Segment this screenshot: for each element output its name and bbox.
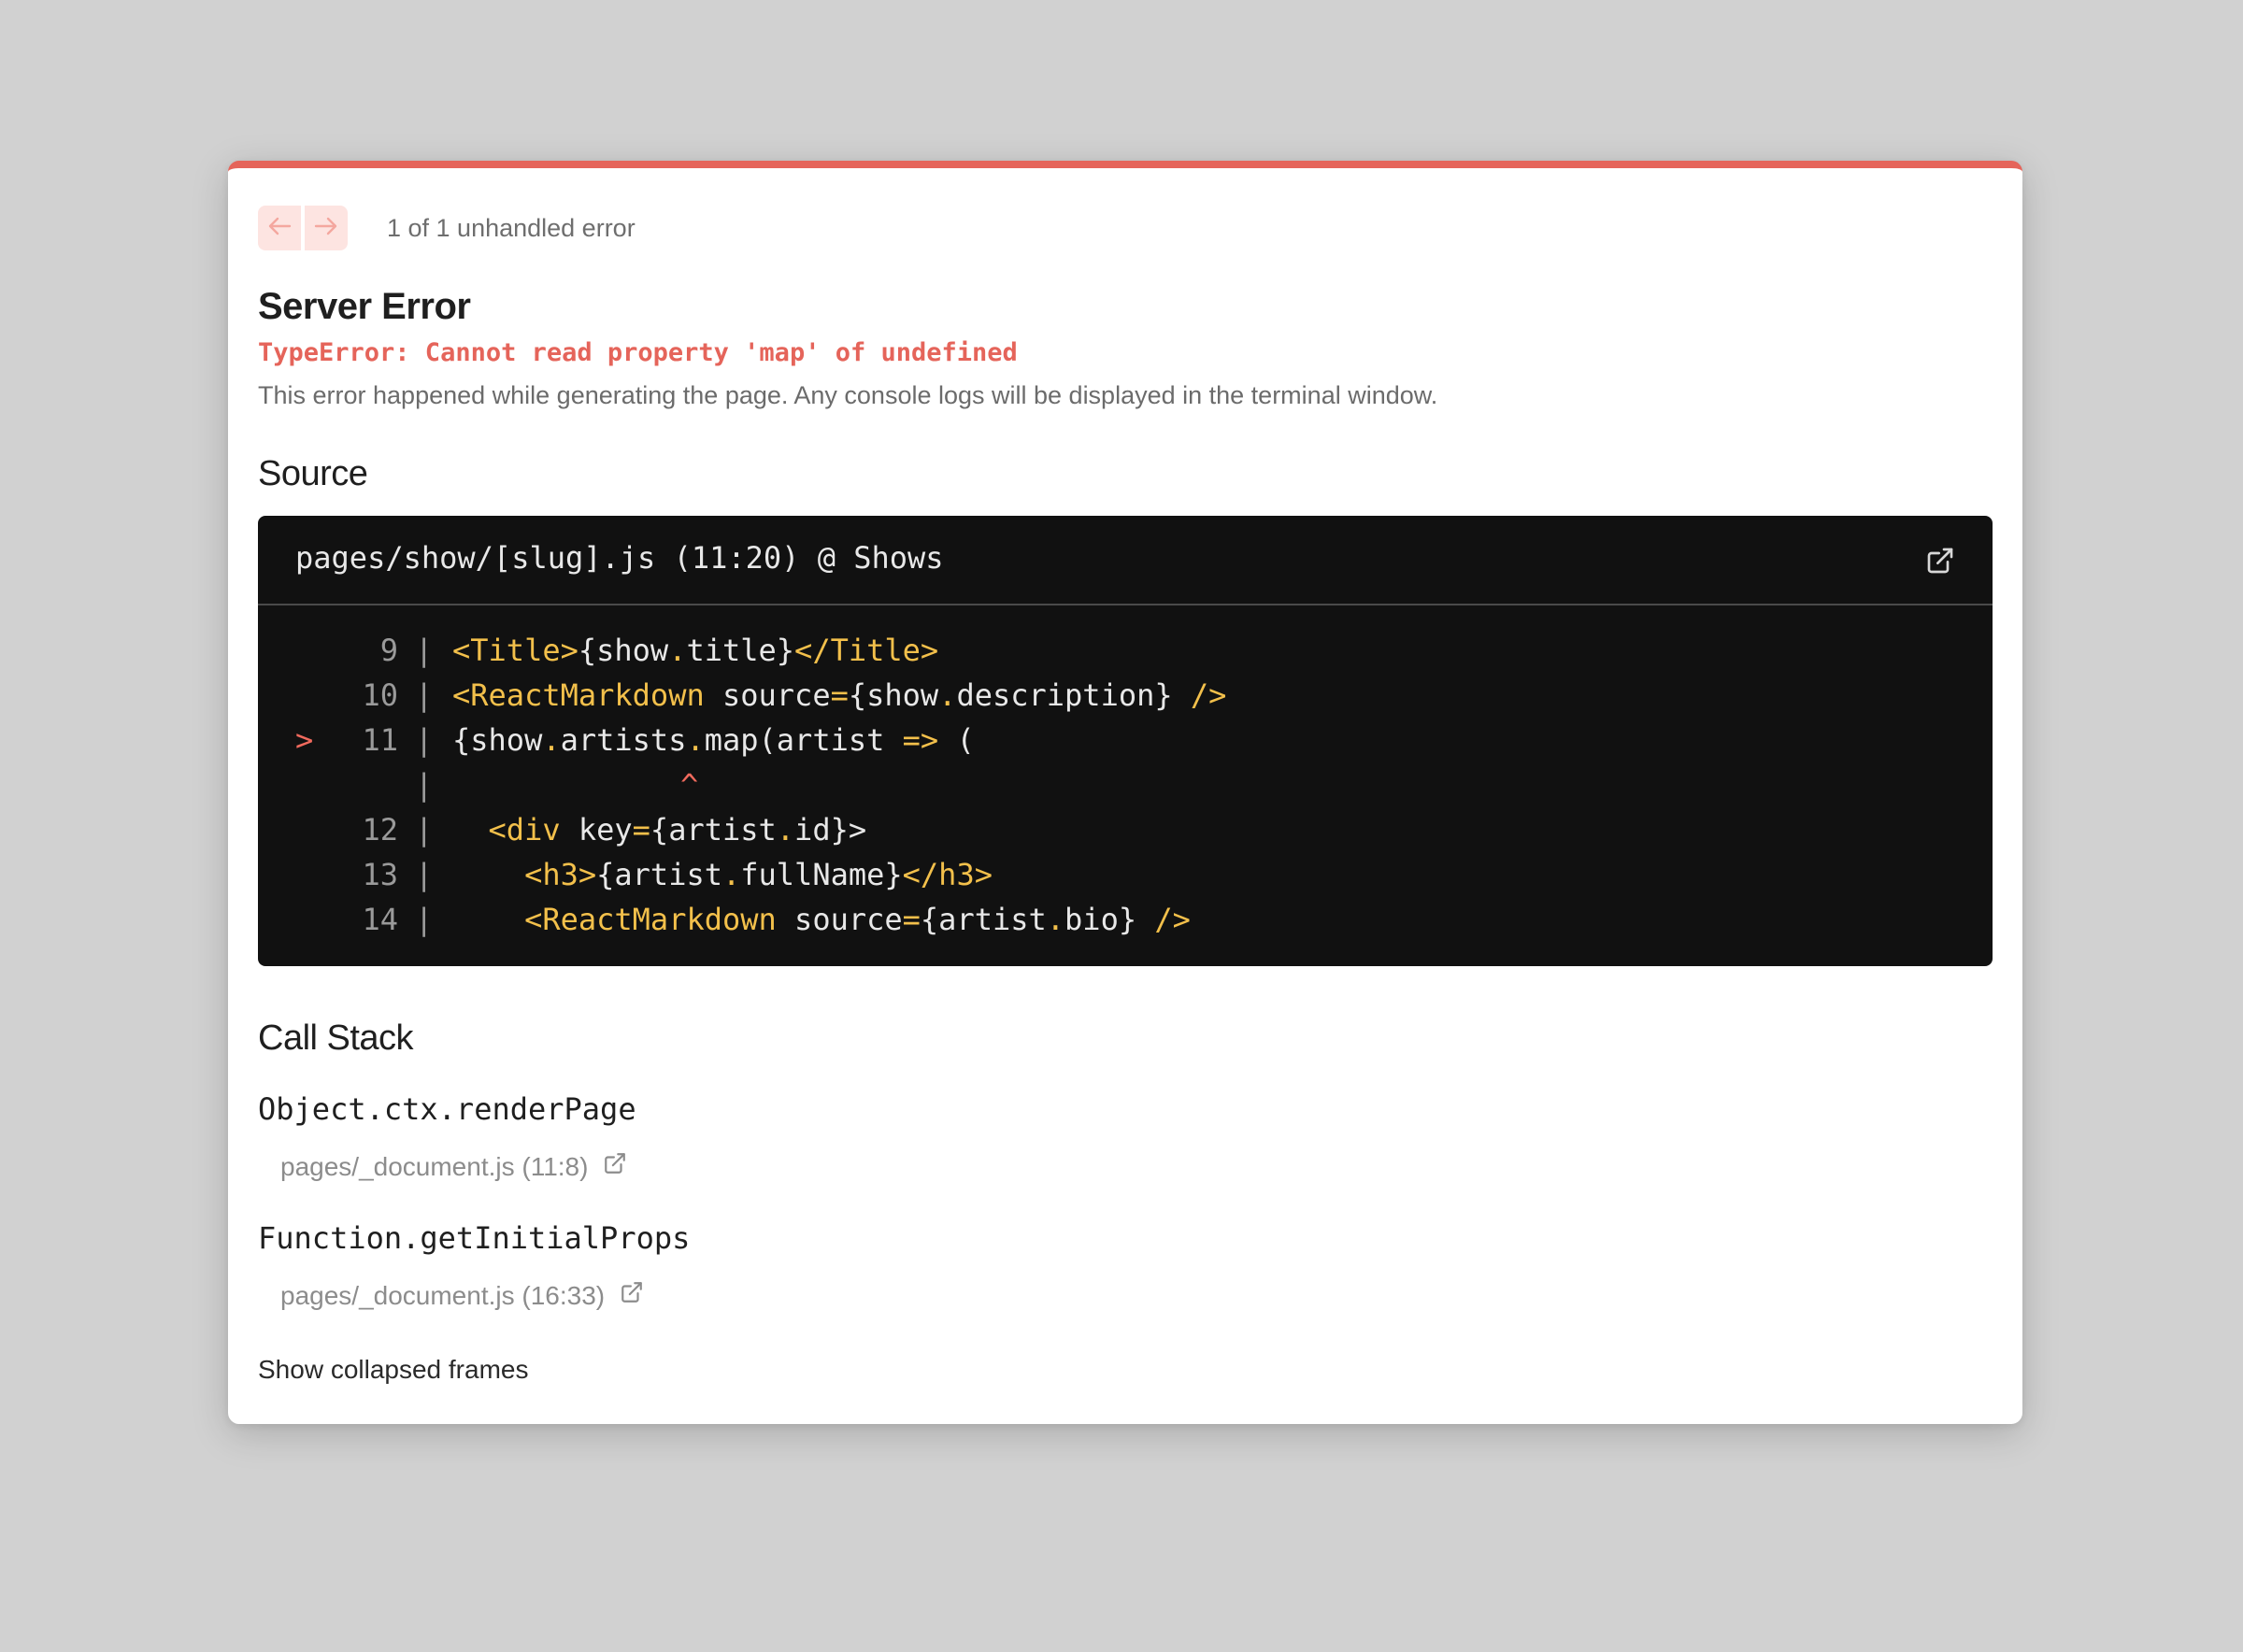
error-description: This error happened while generating the… (258, 381, 1438, 409)
stack-frame-location[interactable]: pages/_document.js (16:33) (280, 1280, 644, 1311)
code-line: 13 | <h3>{artist.fullName}</h3> (258, 852, 1993, 897)
previous-error-button[interactable] (258, 206, 301, 250)
code-text: <h3>{artist.fullName}</h3> (524, 857, 993, 892)
show-collapsed-frames-button[interactable]: Show collapsed frames (258, 1355, 528, 1385)
code-text: <div key={artist.id}> (488, 812, 867, 847)
line-separator: | (415, 812, 434, 847)
line-number: 10 (362, 677, 398, 713)
error-caret: ^ (680, 767, 699, 803)
line-number: 11 (362, 722, 398, 758)
line-separator: | (415, 767, 434, 803)
code-frame-header: pages/show/[slug].js (11:20) @ Shows (258, 516, 1993, 605)
code-line: >11 | {show.artists.map(artist => ( (258, 718, 1993, 762)
line-number: 12 (362, 812, 398, 847)
line-number: 13 (362, 857, 398, 892)
code-text: <ReactMarkdown source={artist.bio} /> (524, 902, 1191, 937)
code-text: {show.artists.map(artist => ( (452, 722, 975, 758)
external-link-icon[interactable] (1925, 546, 1955, 576)
source-file-location: pages/show/[slug].js (11:20) @ Shows (295, 540, 944, 576)
external-link-icon (605, 1280, 644, 1311)
call-stack-heading: Call Stack (258, 1018, 414, 1058)
error-title: Server Error (258, 286, 471, 327)
line-number: 9 (379, 633, 398, 668)
code-line: 10 | <ReactMarkdown source={show.descripti… (258, 673, 1993, 718)
code-lines: 9 | <Title>{show.title}</Title> 10 | <ReactMa… (258, 628, 1993, 942)
next-error-button[interactable] (305, 206, 348, 250)
stack-frame-function: Object.ctx.renderPage (258, 1091, 636, 1127)
stack-frame-file: pages/_document.js (11:8) (280, 1151, 589, 1181)
line-separator: | (415, 677, 434, 713)
error-line-marker: > (295, 722, 314, 758)
code-line: 9 | <Title>{show.title}</Title> (258, 628, 1993, 673)
line-separator: | (415, 902, 434, 937)
code-text: <Title>{show.title}</Title> (452, 633, 939, 668)
code-line: | ^ (258, 762, 1993, 807)
stack-frame-function: Function.getInitialProps (258, 1220, 691, 1256)
external-link-icon (588, 1151, 627, 1182)
line-number: 14 (362, 902, 398, 937)
error-count: 1 of 1 unhandled error (387, 213, 636, 242)
line-separator: | (415, 857, 434, 892)
code-line: 12 | <div key={artist.id}> (258, 807, 1993, 852)
line-separator: | (415, 633, 434, 668)
arrow-left-icon (267, 214, 292, 242)
line-separator: | (415, 722, 434, 758)
code-text: <ReactMarkdown source={show.description}… (452, 677, 1227, 713)
source-heading: Source (258, 454, 368, 493)
arrow-right-icon (314, 214, 338, 242)
stack-frame-file: pages/_document.js (16:33) (280, 1280, 606, 1310)
code-line: 14 | <ReactMarkdown source={artist.bio} /… (258, 897, 1993, 942)
stack-frame-location[interactable]: pages/_document.js (11:8) (280, 1151, 627, 1182)
error-navigation: 1 of 1 unhandled error (258, 206, 636, 250)
error-message: TypeError: Cannot read property 'map' of… (258, 338, 1018, 367)
source-code-frame: pages/show/[slug].js (11:20) @ Shows 9 | <… (258, 516, 1993, 966)
error-dialog: 1 of 1 unhandled error Server Error Type… (228, 161, 2022, 1424)
